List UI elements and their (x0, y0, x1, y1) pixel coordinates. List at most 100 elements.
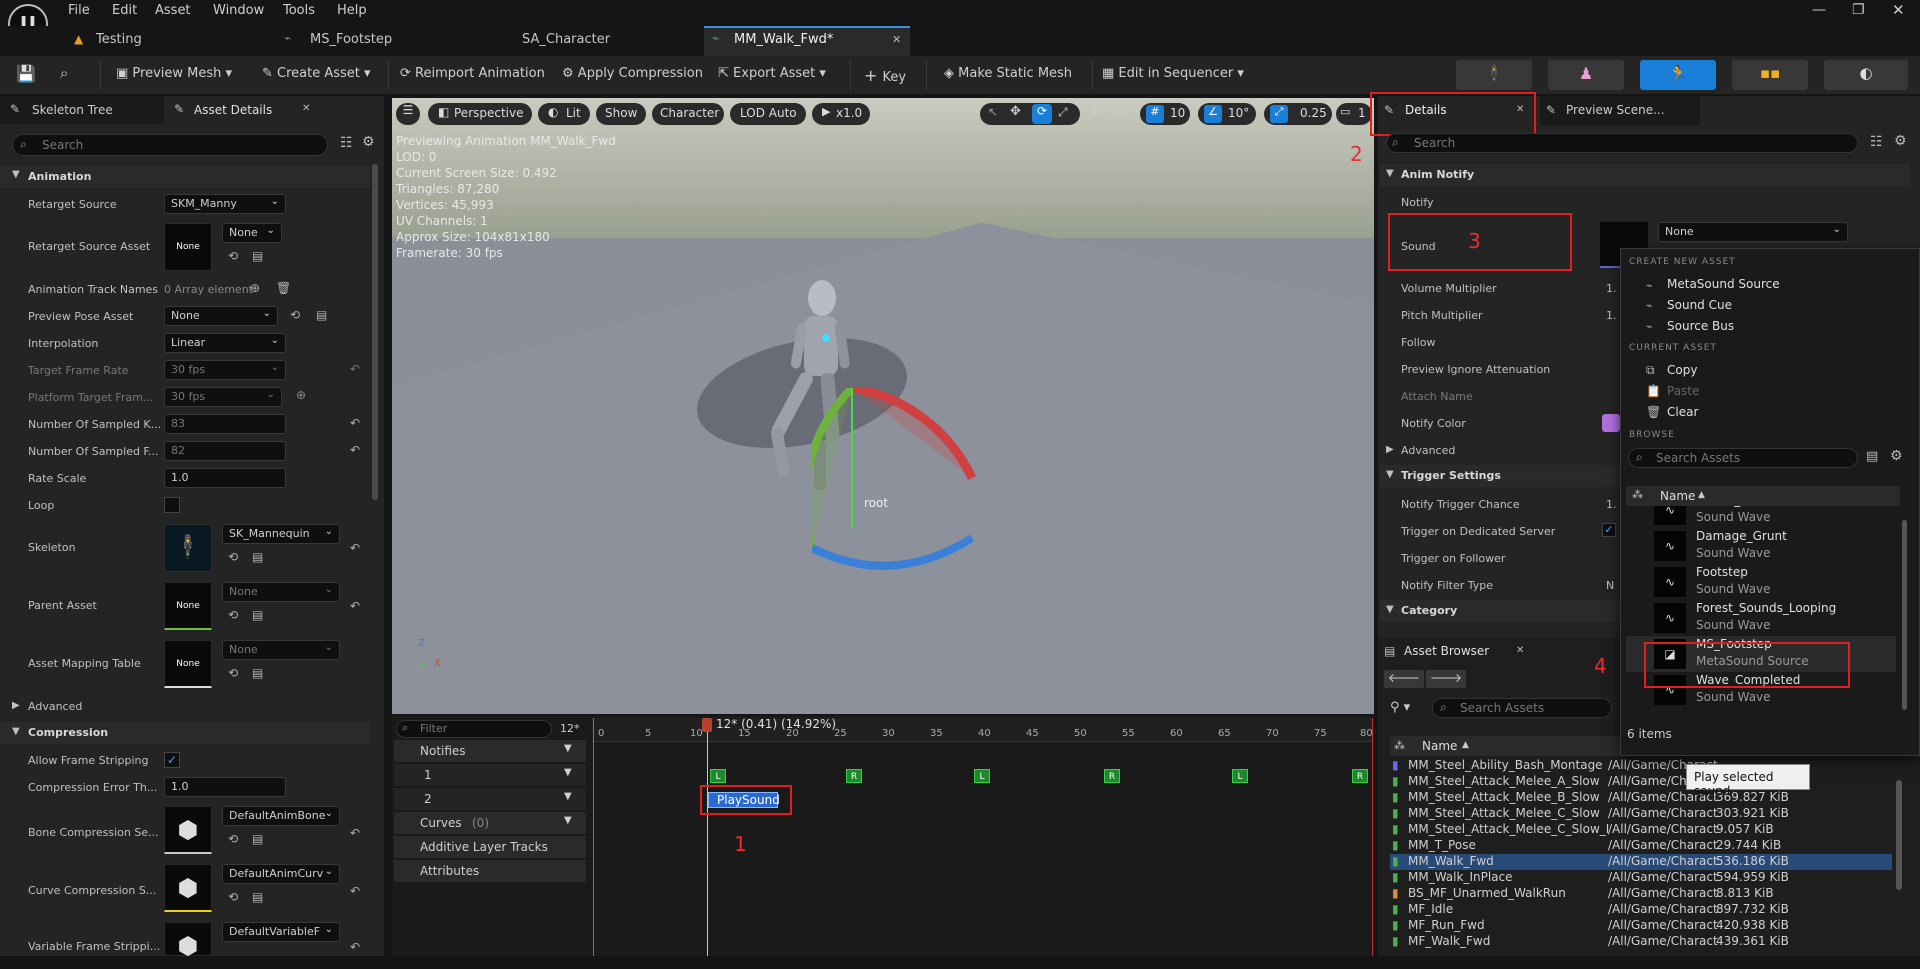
section-animation[interactable]: Animation (0, 166, 370, 188)
footstep-marker-left[interactable]: L (1232, 769, 1248, 783)
close-asset-details-icon[interactable]: ✕ (302, 103, 310, 114)
additive-layer-tracks[interactable]: Additive Layer Tracks (394, 836, 586, 858)
preview-mesh-button[interactable]: ▣ Preview Mesh ▾ (116, 62, 232, 88)
reset-icon[interactable]: ↶ (350, 826, 360, 840)
sound-asset-item[interactable]: ∿ Forest_Sounds_Looping Sound Wave (1626, 600, 1896, 636)
parent-asset-thumbnail[interactable]: None (164, 582, 212, 630)
character-button[interactable]: Character (652, 103, 724, 125)
table-row[interactable]: ▮ MM_Steel_Attack_Melee_C_Slow/All/Game/C… (1390, 806, 1892, 822)
table-row[interactable]: ▮ MM_Steel_Ability_Bash_Montage/All/Game/… (1390, 758, 1892, 774)
edit-in-sequencer-button[interactable]: ▦ Edit in Sequencer ▾ (1102, 62, 1244, 88)
make-static-mesh-button[interactable]: ◈ Make Static Mesh (944, 62, 1072, 88)
reset-icon[interactable]: ↶ (350, 884, 360, 898)
details-search-input[interactable] (1386, 133, 1858, 153)
show-button[interactable]: Show (596, 103, 646, 125)
reset-icon[interactable]: ↶ (350, 416, 360, 430)
footstep-marker-left[interactable]: L (710, 769, 726, 783)
table-row[interactable]: ▮ MF_Run_Fwd/All/Game/Charact 420.938 KiB (1390, 918, 1892, 934)
world-local-icon[interactable]: ⊕ (1090, 104, 1101, 119)
collapse-arrow-icon[interactable]: ▼ (1386, 469, 1394, 480)
bone-compression-combo[interactable]: DefaultAnimBone ⌄ (222, 806, 340, 826)
menu-sound-cue[interactable]: Sound Cue (1667, 298, 1732, 312)
curve-compression-combo[interactable]: DefaultAnimCurv ⌄ (222, 864, 340, 884)
notify-track-1[interactable]: 1 ▼ (394, 764, 586, 786)
close-asset-browser-icon[interactable]: ✕ (1516, 645, 1524, 656)
menu-edit[interactable]: Edit (112, 3, 137, 18)
notifies-track[interactable]: Notifies ▼ (394, 740, 586, 762)
use-selected-icon[interactable]: ⟲ (228, 666, 238, 680)
sound-asset-item[interactable]: ∿ Attack_Grunt Sound Wave (1626, 506, 1896, 528)
menu-file[interactable]: File (68, 3, 90, 18)
browse-folder-icon[interactable]: ▤ (316, 308, 327, 322)
chevron-down-icon[interactable]: ▼ (564, 791, 572, 802)
retarget-source-combo[interactable]: SKM_Manny ⌄ (164, 194, 286, 214)
table-row[interactable]: ▮ BS_MF_Unarmed_WalkRun/All/Game/Charact 8… (1390, 886, 1892, 902)
folder-icon[interactable]: ▤ (1866, 449, 1878, 464)
skeleton-thumbnail[interactable]: 🕴 (164, 524, 212, 572)
asset-browser-scrollbar[interactable] (1896, 780, 1902, 890)
chevron-down-icon[interactable]: ▼ (564, 743, 572, 754)
section-anim-notify[interactable]: Anim Notify (1380, 164, 1910, 186)
reset-icon[interactable]: ↶ (350, 599, 360, 613)
close-window-icon[interactable]: ✕ (1892, 1, 1905, 19)
retarget-source-asset-thumbnail[interactable]: None (164, 223, 212, 271)
table-row[interactable]: ▮ MM_T_Pose/All/Game/Charact 29.744 KiB (1390, 838, 1892, 854)
trash-icon[interactable]: 🗑 (276, 281, 291, 295)
key-button[interactable]: + Key (864, 62, 906, 88)
chevron-down-icon[interactable]: ▼ (564, 767, 572, 778)
reset-icon[interactable]: ↶ (350, 940, 360, 954)
settings-icon[interactable]: ⚙ (1890, 448, 1903, 464)
footstep-marker-right[interactable]: R (1104, 769, 1120, 783)
table-row[interactable]: ▮ MM_Steel_Attack_Melee_A_Slow/All/Game/C… (1390, 774, 1892, 790)
tab-ms-footstep[interactable]: MS_Footstep (310, 28, 392, 54)
browse-folder-icon[interactable]: ▤ (252, 666, 263, 680)
surface-snap-icon[interactable]: ⟂ (1116, 104, 1125, 119)
compression-error-field[interactable]: 1.0 (164, 777, 286, 797)
menu-asset[interactable]: Asset (155, 3, 191, 18)
create-asset-button[interactable]: ✎ Create Asset ▾ (262, 62, 371, 88)
skeleton-mode-button[interactable]: 🕴 (1456, 60, 1532, 90)
collapse-arrow-icon[interactable]: ▼ (1386, 604, 1394, 615)
chevron-down-icon[interactable]: ▼ (564, 815, 572, 826)
sound-asset-item[interactable]: ∿ Footstep Sound Wave (1626, 564, 1896, 600)
use-selected-icon[interactable]: ⟲ (228, 249, 238, 263)
notify-color-swatch[interactable] (1602, 414, 1620, 432)
menu-source-bus[interactable]: Source Bus (1667, 319, 1734, 333)
browse-folder-icon[interactable]: ▤ (252, 608, 263, 622)
attributes-track[interactable]: Attributes (394, 860, 586, 882)
asset-browser-tab[interactable]: Asset Browser (1404, 644, 1489, 658)
menu-help[interactable]: Help (337, 3, 367, 18)
physics-mode-button[interactable]: ◐ (1824, 60, 1908, 90)
animation-mode-button[interactable]: 🏃 (1640, 60, 1716, 90)
retarget-source-asset-combo[interactable]: None ⌄ (222, 223, 282, 243)
variable-frame-combo[interactable]: DefaultVariableF ⌄ (222, 922, 340, 942)
browse-folder-icon[interactable]: ▤ (252, 550, 263, 564)
sound-combo[interactable]: None ⌄ (1658, 222, 1848, 242)
export-asset-button[interactable]: ⇱ Export Asset ▾ (718, 62, 826, 88)
preview-pose-combo[interactable]: None ⌄ (164, 306, 278, 326)
collapse-arrow-icon[interactable]: ▼ (12, 169, 20, 180)
asset-browser-name-col[interactable]: Name (1422, 739, 1457, 753)
menu-metasound-source[interactable]: MetaSound Source (1667, 277, 1780, 291)
interpolation-combo[interactable]: Linear ⌄ (164, 333, 286, 353)
save-icon[interactable]: 💾 (16, 64, 36, 83)
back-button[interactable]: 🡐 (1384, 670, 1424, 688)
browse-folder-icon[interactable]: ▤ (252, 890, 263, 904)
popup-name-col[interactable]: Name (1660, 489, 1695, 503)
menu-window[interactable]: Window (213, 3, 264, 18)
popup-scrollbar[interactable] (1902, 520, 1907, 710)
menu-clear[interactable]: Clear (1667, 405, 1698, 419)
forward-button[interactable]: 🡒 (1426, 670, 1466, 688)
allow-frame-stripping-checkbox[interactable]: ✓ (164, 752, 180, 768)
settings-icon[interactable]: ⚙ (362, 134, 375, 150)
browse-folder-icon[interactable]: ▤ (252, 832, 263, 846)
add-element-icon[interactable]: ⊕ (250, 281, 260, 295)
lod-button[interactable]: LOD Auto (730, 103, 806, 125)
tab-sa-character[interactable]: SA_Character (522, 28, 610, 54)
bone-compression-thumbnail[interactable]: ⬢ (164, 806, 212, 854)
use-selected-icon[interactable]: ⟲ (228, 832, 238, 846)
footstep-marker-right[interactable]: R (846, 769, 862, 783)
table-row[interactable]: ▮ MM_Walk_InPlace/All/Game/Charact 594.959… (1390, 870, 1892, 886)
collapse-arrow-icon[interactable]: ▼ (1386, 168, 1394, 179)
loop-checkbox[interactable] (164, 497, 180, 513)
